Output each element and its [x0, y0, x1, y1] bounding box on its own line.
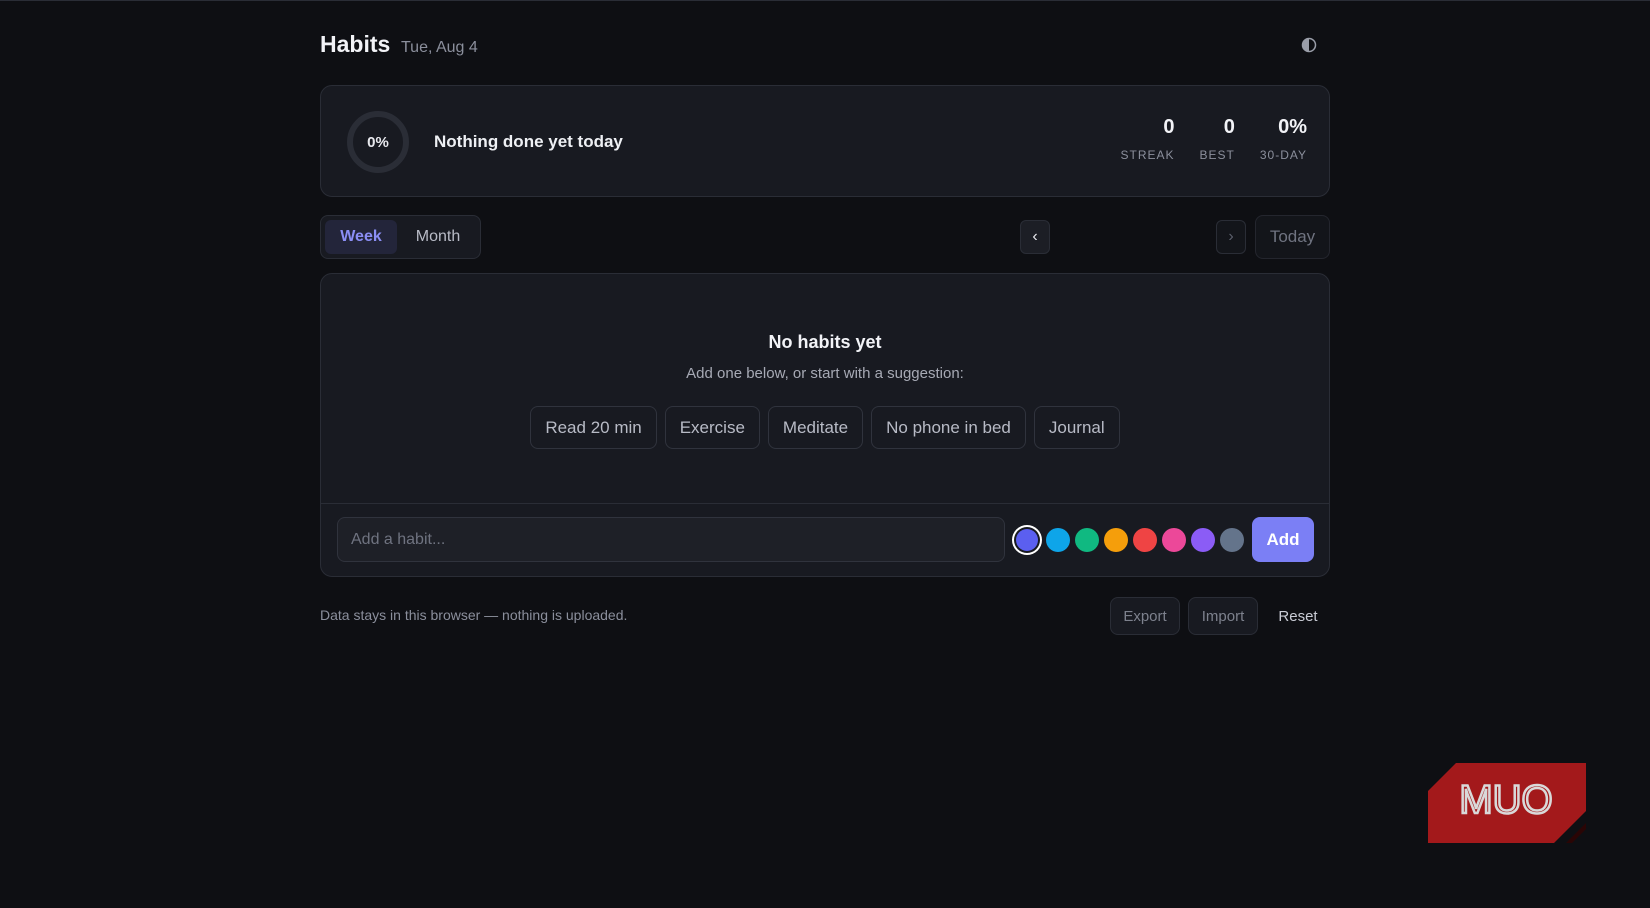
chevron-right-icon: ›	[1228, 228, 1234, 245]
theme-toggle-button[interactable]	[1298, 34, 1320, 56]
streak-value: 0	[1163, 116, 1175, 138]
muo-logo: MUO	[1428, 763, 1586, 843]
color-swatch-7[interactable]	[1191, 528, 1215, 552]
import-button[interactable]: Import	[1188, 597, 1258, 635]
tab-week[interactable]: Week	[325, 220, 397, 254]
progress-percent: 0%	[367, 133, 389, 151]
color-swatch-4[interactable]	[1104, 528, 1128, 552]
stats-group: 0 STREAK 0 BEST 0% 30-DAY	[1121, 116, 1308, 162]
best-label: BEST	[1199, 148, 1235, 162]
reset-button[interactable]: Reset	[1266, 597, 1330, 635]
color-swatch-6[interactable]	[1162, 528, 1186, 552]
color-swatch-3[interactable]	[1075, 528, 1099, 552]
stat-30-day: 0% 30-DAY	[1260, 116, 1307, 162]
view-toggle: Week Month	[320, 215, 481, 259]
previous-period-button[interactable]: ‹	[1020, 220, 1050, 254]
divider	[321, 503, 1329, 504]
color-swatch-1[interactable]	[1016, 529, 1038, 551]
contrast-icon	[1301, 37, 1317, 53]
header: Habits Tue, Aug 4	[320, 0, 1330, 85]
today-button[interactable]: Today	[1255, 215, 1330, 259]
habits-app: Habits Tue, Aug 4 0% Nothing done yet to…	[320, 0, 1330, 635]
thirty-day-label: 30-DAY	[1259, 148, 1307, 162]
empty-state-title: No habits yet	[768, 332, 882, 352]
add-habit-button[interactable]: Add	[1252, 517, 1314, 562]
best-value: 0	[1223, 116, 1235, 138]
suggestion-meditate[interactable]: Meditate	[767, 406, 864, 449]
suggestion-list: Read 20 min Exercise Meditate No phone i…	[321, 406, 1329, 449]
color-swatch-8[interactable]	[1220, 528, 1244, 552]
suggestion-no-phone-in-bed[interactable]: No phone in bed	[871, 406, 1026, 449]
page-title: Habits	[320, 31, 391, 57]
privacy-note: Data stays in this browser — nothing is …	[320, 607, 628, 623]
suggestion-read-20-min[interactable]: Read 20 min	[530, 406, 657, 449]
stat-streak: 0 STREAK	[1121, 116, 1175, 162]
color-picker	[1015, 528, 1244, 552]
empty-state-subtitle: Add one below, or start with a suggestio…	[686, 365, 964, 382]
svg-text:MUO: MUO	[1459, 778, 1552, 822]
add-habit-input[interactable]	[337, 517, 1005, 562]
streak-label: STREAK	[1120, 148, 1175, 162]
habits-card: No habits yet Add one below, or start wi…	[320, 273, 1330, 577]
today-summary-card: 0% Nothing done yet today 0 STREAK 0 BES…	[320, 85, 1330, 197]
stat-best: 0 BEST	[1200, 116, 1235, 162]
export-button[interactable]: Export	[1110, 597, 1180, 635]
current-date: Tue, Aug 4	[401, 39, 478, 56]
color-swatch-5[interactable]	[1133, 528, 1157, 552]
chevron-left-icon: ‹	[1032, 228, 1038, 245]
thirty-day-value: 0%	[1278, 116, 1307, 138]
summary-message: Nothing done yet today	[434, 132, 623, 151]
tab-month[interactable]: Month	[401, 220, 475, 254]
color-swatch-2[interactable]	[1046, 528, 1070, 552]
suggestion-journal[interactable]: Journal	[1033, 406, 1120, 449]
next-period-button[interactable]: ›	[1216, 220, 1246, 254]
suggestion-exercise[interactable]: Exercise	[664, 406, 760, 449]
